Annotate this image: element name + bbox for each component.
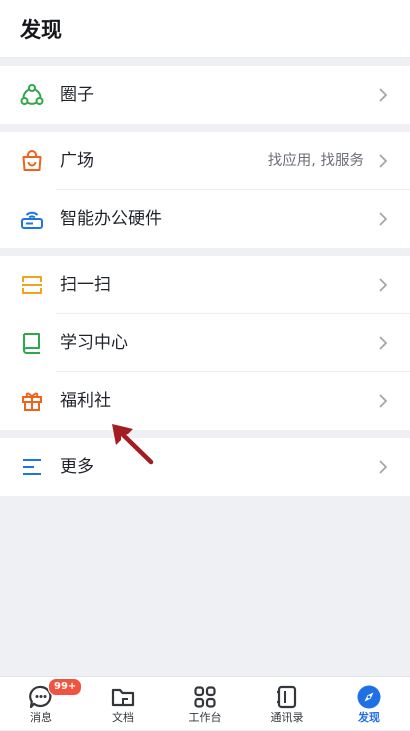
section-circles: 圈子 bbox=[0, 66, 410, 124]
folder-icon bbox=[111, 688, 135, 707]
tab-label: 通讯录 bbox=[270, 711, 304, 724]
section-plaza: 广场 找应用, 找服务 智能办公硬件 bbox=[0, 132, 410, 248]
chevron-right-icon bbox=[379, 278, 388, 292]
chevron-right-icon bbox=[379, 336, 388, 350]
menu-item-label: 广场 bbox=[60, 151, 94, 171]
chevron-right-icon bbox=[379, 460, 388, 474]
tab-documents[interactable]: 文档 bbox=[82, 677, 164, 731]
chevron-right-icon bbox=[379, 154, 388, 168]
book-icon bbox=[23, 333, 40, 354]
circle-people-icon bbox=[20, 84, 44, 105]
shopping-bag-icon bbox=[22, 150, 42, 171]
menu-item-label: 智能办公硬件 bbox=[60, 209, 162, 229]
grid-icon bbox=[194, 686, 216, 708]
annotation-arrow-icon bbox=[112, 424, 154, 465]
section-tools: 扫一扫 学习中心 福利社 bbox=[0, 256, 410, 430]
menu-item-more[interactable]: 更多 bbox=[0, 438, 410, 496]
discover-icon bbox=[357, 685, 381, 709]
page-title: 发现 bbox=[20, 18, 62, 42]
menu-item-learning-center[interactable]: 学习中心 bbox=[0, 314, 410, 372]
page-header: 发现 bbox=[0, 0, 410, 58]
section-more: 更多 bbox=[0, 438, 410, 496]
tab-workbench[interactable]: 工作台 bbox=[164, 677, 246, 731]
tab-messages[interactable]: 99+ 消息 bbox=[0, 677, 83, 731]
scan-icon bbox=[22, 276, 42, 294]
tab-label: 消息 bbox=[30, 711, 52, 724]
menu-item-label: 学习中心 bbox=[60, 333, 128, 353]
menu-icon bbox=[23, 459, 41, 475]
unread-badge: 99+ bbox=[48, 678, 83, 696]
menu-item-plaza[interactable]: 广场 找应用, 找服务 bbox=[0, 132, 410, 190]
chevron-right-icon bbox=[379, 394, 388, 408]
menu-item-scan[interactable]: 扫一扫 bbox=[0, 256, 410, 314]
bottom-tab-bar: 99+ 消息 文档 工作台 通讯录 发现 bbox=[0, 676, 410, 730]
menu-item-smart-hardware[interactable]: 智能办公硬件 bbox=[0, 190, 410, 248]
tab-label: 工作台 bbox=[188, 711, 222, 724]
chevron-right-icon bbox=[379, 212, 388, 226]
menu-item-label: 扫一扫 bbox=[60, 275, 111, 295]
gift-icon bbox=[22, 392, 42, 411]
menu-item-circles[interactable]: 圈子 bbox=[0, 66, 410, 124]
menu-item-label: 更多 bbox=[60, 457, 94, 477]
chevron-right-icon bbox=[379, 88, 388, 102]
menu-item-hint: 找应用, 找服务 bbox=[267, 153, 364, 169]
menu-item-label: 圈子 bbox=[60, 85, 94, 105]
tab-contacts[interactable]: 通讯录 bbox=[246, 677, 328, 731]
tab-discover[interactable]: 发现 bbox=[328, 677, 410, 731]
tab-label: 发现 bbox=[358, 711, 380, 724]
tab-label: 文档 bbox=[112, 711, 134, 724]
menu-item-welfare[interactable]: 福利社 bbox=[0, 372, 410, 430]
router-icon bbox=[21, 211, 43, 229]
contacts-icon bbox=[277, 685, 297, 709]
